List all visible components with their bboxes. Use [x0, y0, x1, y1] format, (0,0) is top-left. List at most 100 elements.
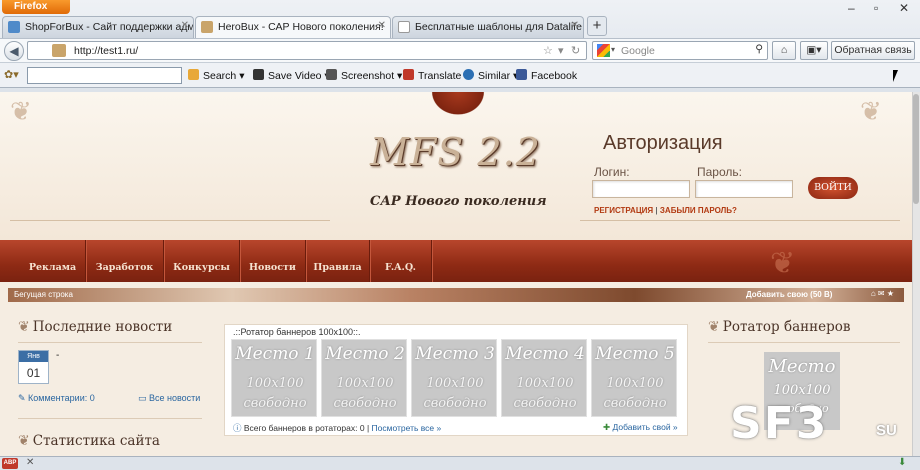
tab-datalife[interactable]: Бесплатные шаблоны для Datalife … ✕ [392, 16, 584, 38]
minimize-icon[interactable]: – [848, 1, 855, 15]
search-icon [188, 69, 199, 80]
maximize-icon[interactable]: ▫ [874, 1, 878, 15]
download-icon[interactable]: ⬇ [898, 457, 906, 468]
stats-title: ❦ Статистика сайта [18, 433, 160, 449]
site-identity-icon[interactable] [52, 44, 66, 57]
add-icon: ✚ [603, 422, 611, 432]
ticker-icons[interactable]: ⌂ ✉ ★ [871, 289, 894, 298]
ornament-icon: ❦ [10, 96, 32, 126]
rotator-total: Всего баннеров в ротаторах: 0 [243, 423, 365, 433]
password-input[interactable] [695, 180, 793, 198]
similar-icon [463, 69, 474, 80]
toolbar-search-button[interactable]: Search ▾ [188, 69, 244, 82]
toolbar-logo-icon[interactable]: ✿▾ [4, 68, 19, 81]
toolbar-item-label: Similar [478, 70, 511, 82]
addon-button[interactable]: ▣▾ [800, 41, 828, 60]
back-button[interactable]: ◀ [4, 41, 24, 61]
site-slogan: САР Нового поколения [370, 194, 547, 209]
news-date: Янв 01 [18, 350, 49, 384]
site-favicon-icon [8, 21, 20, 33]
tab-label: ShopForBux - Сайт поддержки адм… [25, 21, 194, 33]
scrollbar-thumb[interactable] [913, 94, 919, 204]
register-link[interactable]: РЕГИСТРАЦИЯ [594, 206, 653, 215]
navigation-bar: ◀ http://test1.ru/ ☆ ▾ ↻ ▾ Google ⚲ ⌂ ▣▾… [0, 38, 920, 73]
all-news-link[interactable]: ▭ Все новости [138, 393, 200, 404]
add-banner-link[interactable]: ✚ Добавить свой » [603, 422, 678, 433]
tab-shopforbux[interactable]: ShopForBux - Сайт поддержки адм… ✕ [2, 16, 194, 38]
site-logo[interactable]: MFS 2.2 [370, 130, 541, 174]
feedback-button[interactable]: Обратная связь ▾ [831, 41, 915, 73]
ornament-icon: ❦ [18, 319, 30, 335]
close-icon[interactable]: ✕ [899, 1, 909, 15]
menu-item-rules[interactable]: Правила [306, 240, 370, 282]
ticker-bar: Бегущая строка Добавить свою (50 В) ⌂ ✉ … [8, 288, 904, 302]
toolbar-translate-button[interactable]: Translate [403, 69, 461, 82]
adblock-icon[interactable]: ABP [2, 458, 18, 469]
menu-item-earnings[interactable]: Заработок [86, 240, 164, 282]
login-label: Логин: [594, 165, 630, 179]
banner-slot-3[interactable]: Место 3 100x100 свободно [411, 339, 497, 417]
news-text[interactable]: - [56, 350, 59, 361]
search-placeholder: Google [621, 45, 655, 57]
ornament-icon: ❦ [708, 319, 720, 335]
addon-toolbar: ✿▾ Search ▾ Save Video ▾ Screenshot ▾ Tr… [0, 62, 920, 88]
bookmark-star-icon[interactable]: ☆ [543, 44, 553, 57]
site-header: ❦ ❦ MFS 2.2 САР Нового поколения Авториз… [0, 92, 912, 240]
toolbar-similar-button[interactable]: Similar ▾ [463, 69, 518, 82]
divider [708, 342, 900, 343]
toolbar-search-input[interactable] [27, 67, 182, 84]
menu-item-news[interactable]: Новости [240, 240, 306, 282]
auth-links: РЕГИСТРАЦИЯ | ЗАБЫЛИ ПАРОЛЬ? [594, 206, 737, 215]
tab-herobux[interactable]: HeroBux - САР Нового поколения! ✕ [195, 16, 391, 39]
search-bar[interactable]: ▾ Google ⚲ [592, 41, 768, 60]
web-page: ❦ ❦ MFS 2.2 САР Нового поколения Авториз… [0, 92, 912, 456]
dropdown-icon[interactable]: ▾ [558, 44, 564, 57]
translate-icon [403, 69, 414, 80]
divider [18, 342, 202, 343]
tab-close-icon[interactable]: ✕ [181, 20, 189, 31]
tab-close-icon[interactable]: ✕ [378, 20, 386, 31]
browser-chrome: Firefox – ▫ ✕ ShopForBux - Сайт поддержк… [0, 0, 920, 92]
menu-item-contests[interactable]: Конкурсы [164, 240, 240, 282]
reload-icon[interactable]: ↻ [571, 44, 580, 57]
toolbar-item-label: Translate [418, 70, 462, 82]
banner-slot-4[interactable]: Место 4 100x100 свободно [501, 339, 587, 417]
ornament-icon: ❦ [770, 247, 796, 280]
url-bar[interactable]: http://test1.ru/ ☆ ▾ ↻ [27, 41, 587, 60]
info-icon: ⓘ [233, 423, 242, 433]
dropdown-icon[interactable]: ▾ [611, 45, 615, 54]
tab-close-icon[interactable]: ✕ [571, 20, 579, 31]
view-all-link[interactable]: Посмотреть все » [372, 423, 442, 433]
banner-slot-1[interactable]: Место 1 100x100 свободно [231, 339, 317, 417]
google-icon[interactable] [597, 44, 610, 57]
ornament-icon: ❦ [18, 433, 30, 449]
new-tab-button[interactable]: + [587, 16, 607, 36]
right-rotator-title: ❦ Ротатор баннеров [708, 319, 851, 335]
divider [18, 418, 202, 419]
search-icon[interactable]: ⚲ [755, 43, 763, 55]
toolbar-facebook-button[interactable]: Facebook [516, 69, 577, 82]
tab-label: HeroBux - САР Нового поколения! [218, 21, 384, 33]
banner-rotator: .::Ротатор баннеров 100x100::. Место 1 1… [224, 324, 688, 436]
login-button[interactable]: ВОЙТИ [808, 177, 858, 199]
close-icon[interactable]: ✕ [26, 457, 34, 468]
home-button[interactable]: ⌂ [772, 41, 796, 60]
login-input[interactable] [592, 180, 690, 198]
banner-slot-2[interactable]: Место 2 100x100 свободно [321, 339, 407, 417]
toolbar-screenshot-button[interactable]: Screenshot ▾ [326, 69, 402, 82]
menu-item-ads[interactable]: Реклама [20, 240, 86, 282]
banner-slot-5[interactable]: Место 5 100x100 свободно [591, 339, 677, 417]
forgot-password-link[interactable]: ЗАБЫЛИ ПАРОЛЬ? [660, 206, 737, 215]
film-icon [253, 69, 264, 80]
site-favicon-icon [201, 21, 213, 33]
feedback-label: Обратная связь [834, 44, 912, 56]
toolbar-item-label: Save Video [268, 70, 322, 82]
firefox-menu-button[interactable]: Firefox [2, 0, 70, 14]
ticker-add-link[interactable]: Добавить свою (50 В) [746, 290, 832, 299]
divider [580, 220, 900, 221]
page-icon [398, 21, 410, 33]
divider [10, 220, 330, 221]
toolbar-save-video-button[interactable]: Save Video ▾ [253, 69, 330, 82]
comments-link[interactable]: ✎ Комментарии: 0 [18, 393, 95, 404]
menu-item-faq[interactable]: F.A.Q. [370, 240, 432, 282]
